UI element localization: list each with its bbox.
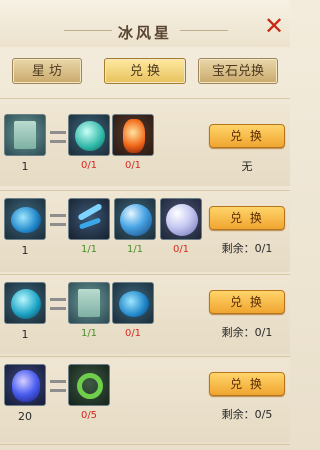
- remaining-text: 剩余：0/5: [221, 408, 273, 421]
- material-count: 1/1: [80, 244, 98, 255]
- blue-dragon-icon[interactable]: [68, 198, 110, 240]
- divider: [0, 356, 290, 357]
- exchange-row: 1 0/1 0/1 兑 换 无: [0, 104, 290, 186]
- header: 冰风星 ✕: [0, 0, 290, 47]
- result-count: 1: [21, 328, 29, 341]
- material-count: 0/5: [80, 410, 98, 421]
- close-icon[interactable]: ✕: [262, 14, 286, 38]
- equals-sign: [50, 298, 66, 310]
- tab-star-workshop[interactable]: 星 坊: [12, 58, 82, 84]
- exchange-row: 20 0/5 兑 换 剩余：0/5: [0, 358, 290, 442]
- remaining-text: 剩余：0/1: [221, 242, 273, 255]
- remaining-text: 无: [241, 160, 253, 173]
- material-count: 1/1: [80, 328, 98, 339]
- divider: [0, 274, 290, 275]
- jade-tablet-icon[interactable]: [68, 282, 110, 324]
- material-count: 1/1: [126, 244, 144, 255]
- material-count: 0/1: [124, 328, 142, 339]
- exchange-row: 1 1/1 0/1 兑 换 剩余：0/1: [0, 276, 290, 354]
- material-count: 0/1: [124, 160, 142, 171]
- page-title: 冰风星: [117, 24, 172, 42]
- orange-flame-crystal-icon[interactable]: [112, 114, 154, 156]
- teal-crystal-icon[interactable]: [68, 114, 110, 156]
- material-count: 0/1: [172, 244, 190, 255]
- divider: [0, 190, 290, 191]
- exchange-row: 1 1/1 1/1 0/1 兑 换 剩余：0/1: [0, 192, 290, 272]
- blue-flame-gem-icon[interactable]: [4, 364, 46, 406]
- blue-swirl-orb-icon[interactable]: [112, 282, 154, 324]
- equals-sign: [50, 214, 66, 226]
- divider: [0, 98, 290, 99]
- result-count: 1: [21, 244, 29, 257]
- equals-sign: [50, 131, 66, 143]
- pearl-orb-icon[interactable]: [160, 198, 202, 240]
- exchange-button[interactable]: 兑 换: [209, 372, 285, 396]
- tab-bar: 星 坊 兑 换 宝石兑换: [0, 58, 290, 86]
- title-ornament-right: [180, 30, 228, 31]
- equals-sign: [50, 380, 66, 392]
- exchange-button[interactable]: 兑 换: [209, 290, 285, 314]
- blue-swirl-orb-icon[interactable]: [4, 198, 46, 240]
- exchange-button[interactable]: 兑 换: [209, 124, 285, 148]
- green-dragon-icon[interactable]: [68, 364, 110, 406]
- exchange-button[interactable]: 兑 换: [209, 206, 285, 230]
- jade-tablet-icon[interactable]: [4, 114, 46, 156]
- blue-orb-icon[interactable]: [114, 198, 156, 240]
- tab-exchange[interactable]: 兑 换: [104, 58, 186, 84]
- teal-swirl-crystal-icon[interactable]: [4, 282, 46, 324]
- divider: [0, 444, 290, 445]
- result-count: 20: [18, 410, 32, 423]
- remaining-text: 剩余：0/1: [221, 326, 273, 339]
- result-count: 1: [21, 160, 29, 173]
- material-count: 0/1: [80, 160, 98, 171]
- tab-gem-exchange[interactable]: 宝石兑换: [198, 58, 278, 84]
